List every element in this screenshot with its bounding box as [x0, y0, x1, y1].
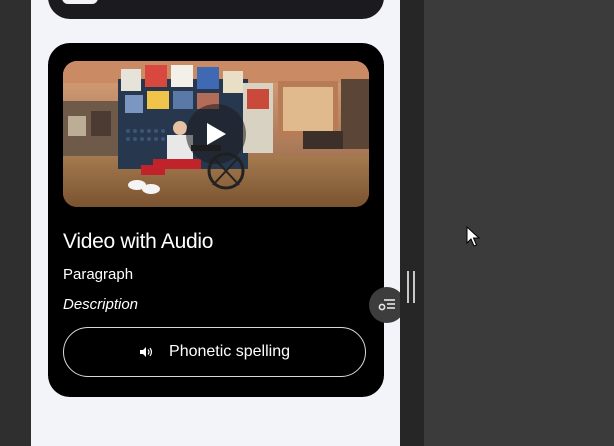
filter-menu-icon [378, 299, 395, 311]
editor-panel [424, 0, 614, 446]
previous-card [48, 0, 384, 19]
video-thumbnail[interactable] [63, 61, 369, 207]
play-icon [207, 123, 226, 145]
phonetic-spelling-button[interactable]: Phonetic spelling [63, 327, 366, 377]
preview-panel: Video with Audio Paragraph Description P… [31, 0, 400, 446]
card-title: Video with Audio [63, 230, 214, 253]
resize-handle-bar-right [413, 271, 415, 303]
resize-handle[interactable] [407, 271, 415, 303]
video-media-card: Video with Audio Paragraph Description P… [48, 43, 384, 397]
resize-handle-bar-left [407, 271, 409, 303]
phonetic-spelling-label: Phonetic spelling [169, 343, 290, 360]
card-paragraph: Paragraph [63, 266, 134, 283]
speaker-icon [139, 346, 153, 358]
mouse-pointer-icon [466, 225, 481, 253]
left-dark-strip [0, 0, 31, 446]
play-button[interactable] [186, 104, 246, 164]
previous-card-chip [62, 0, 98, 4]
card-description: Description [63, 296, 139, 313]
panel-divider [400, 0, 424, 446]
